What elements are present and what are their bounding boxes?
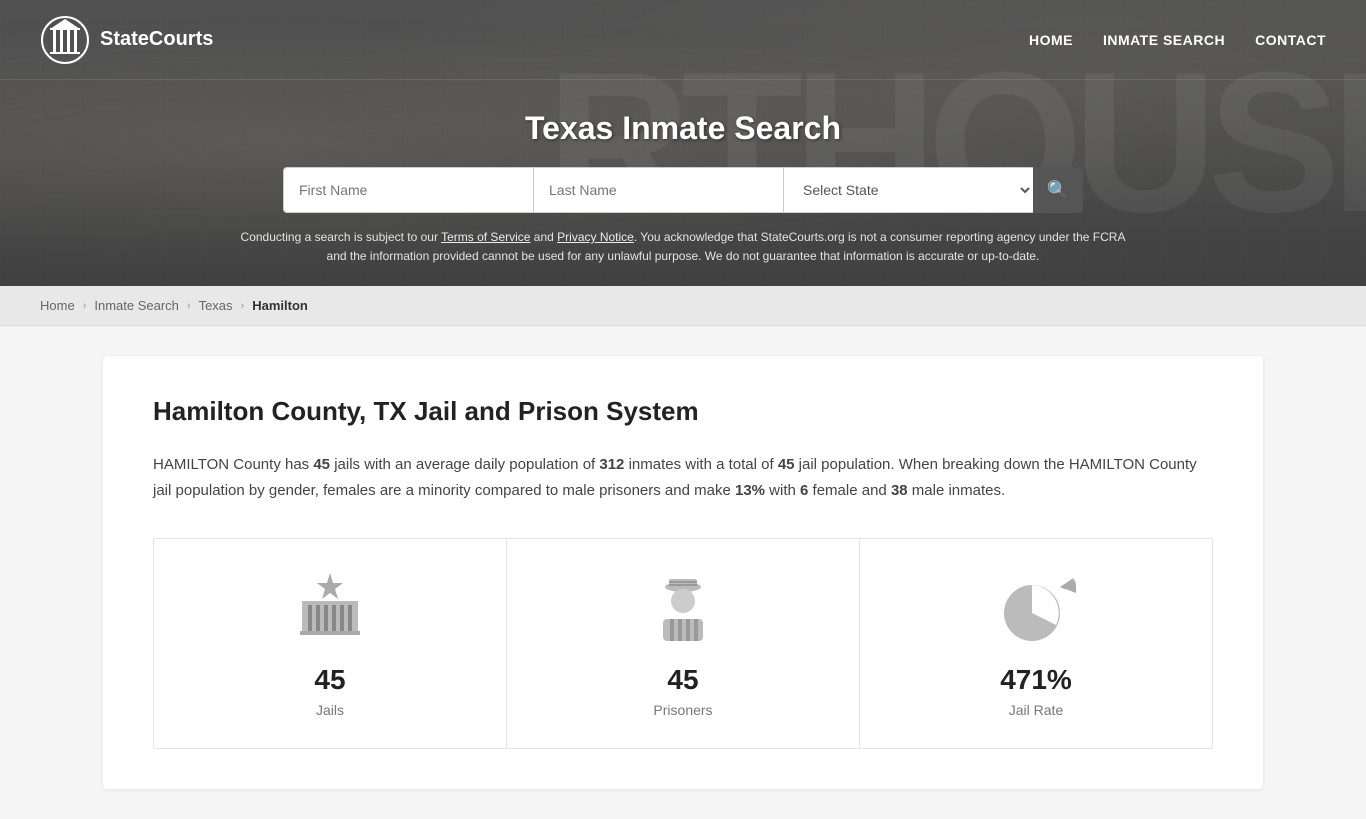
logo-text: StateCourts: [100, 28, 213, 51]
header: RTHOUSE StateCourts HOME INMATE: [0, 0, 1366, 286]
stats-grid: 45 Jails: [153, 538, 1213, 749]
breadcrumb-current: Hamilton: [252, 298, 308, 313]
stat-jails-label: Jails: [316, 702, 344, 718]
stat-prisoners-number: 45: [667, 664, 698, 696]
desc-mid4: with: [765, 482, 800, 499]
desc-female-pct: 13%: [735, 482, 765, 499]
desc-total-pop: 45: [778, 456, 795, 473]
first-name-input[interactable]: [283, 167, 533, 213]
nav-contact[interactable]: CONTACT: [1255, 32, 1326, 48]
stat-jail-rate: 471% Jail Rate: [860, 539, 1212, 748]
desc-suffix: male inmates.: [908, 482, 1006, 499]
page-title: Texas Inmate Search: [20, 110, 1346, 147]
logo-link[interactable]: StateCourts: [40, 15, 213, 65]
nav-inmate-search[interactable]: INMATE SEARCH: [1103, 32, 1225, 48]
desc-jails-count: 45: [313, 456, 330, 473]
main-content: Hamilton County, TX Jail and Prison Syst…: [83, 356, 1283, 789]
breadcrumb-sep-1: ›: [83, 300, 87, 312]
state-select[interactable]: Select StateAlabamaAlaskaArizonaArkansas…: [783, 167, 1033, 213]
stat-prisoners: 45 Prisoners: [507, 539, 860, 748]
desc-avg-pop: 312: [599, 456, 624, 473]
privacy-link[interactable]: Privacy Notice: [557, 230, 634, 244]
breadcrumb-inmate-search[interactable]: Inmate Search: [94, 298, 179, 313]
jail-rate-icon: [996, 569, 1076, 649]
stat-jail-rate-number: 471%: [1000, 664, 1072, 696]
stat-jails-number: 45: [314, 664, 345, 696]
breadcrumb-sep-3: ›: [241, 300, 245, 312]
county-description: HAMILTON County has 45 jails with an ave…: [153, 452, 1213, 503]
header-search-area: Texas Inmate Search Select StateAlabamaA…: [0, 80, 1366, 286]
desc-mid5: female and: [808, 482, 891, 499]
breadcrumb-state[interactable]: Texas: [199, 298, 233, 313]
search-bar: Select StateAlabamaAlaskaArizonaArkansas…: [283, 167, 1083, 213]
desc-prefix: HAMILTON County has: [153, 456, 313, 473]
county-title: Hamilton County, TX Jail and Prison Syst…: [153, 396, 1213, 427]
disclaimer-text: Conducting a search is subject to our Te…: [233, 228, 1133, 266]
breadcrumb-home[interactable]: Home: [40, 298, 75, 313]
stat-jails: 45 Jails: [154, 539, 507, 748]
desc-male-count: 38: [891, 482, 908, 499]
search-button[interactable]: 🔍: [1033, 167, 1083, 213]
stat-jail-rate-label: Jail Rate: [1009, 702, 1063, 718]
content-card: Hamilton County, TX Jail and Prison Syst…: [103, 356, 1263, 789]
nav-links: HOME INMATE SEARCH CONTACT: [1029, 32, 1326, 48]
prisoner-icon: [643, 569, 723, 649]
navigation: StateCourts HOME INMATE SEARCH CONTACT: [0, 0, 1366, 80]
nav-home[interactable]: HOME: [1029, 32, 1073, 48]
breadcrumb-sep-2: ›: [187, 300, 191, 312]
desc-mid1: jails with an average daily population o…: [330, 456, 599, 473]
logo-icon: [40, 15, 90, 65]
desc-mid2: inmates with a total of: [624, 456, 777, 473]
breadcrumb: Home › Inmate Search › Texas › Hamilton: [0, 286, 1366, 326]
stat-prisoners-label: Prisoners: [653, 702, 712, 718]
last-name-input[interactable]: [533, 167, 783, 213]
jail-icon: [290, 569, 370, 649]
terms-link[interactable]: Terms of Service: [441, 230, 530, 244]
search-icon: 🔍: [1047, 180, 1069, 201]
